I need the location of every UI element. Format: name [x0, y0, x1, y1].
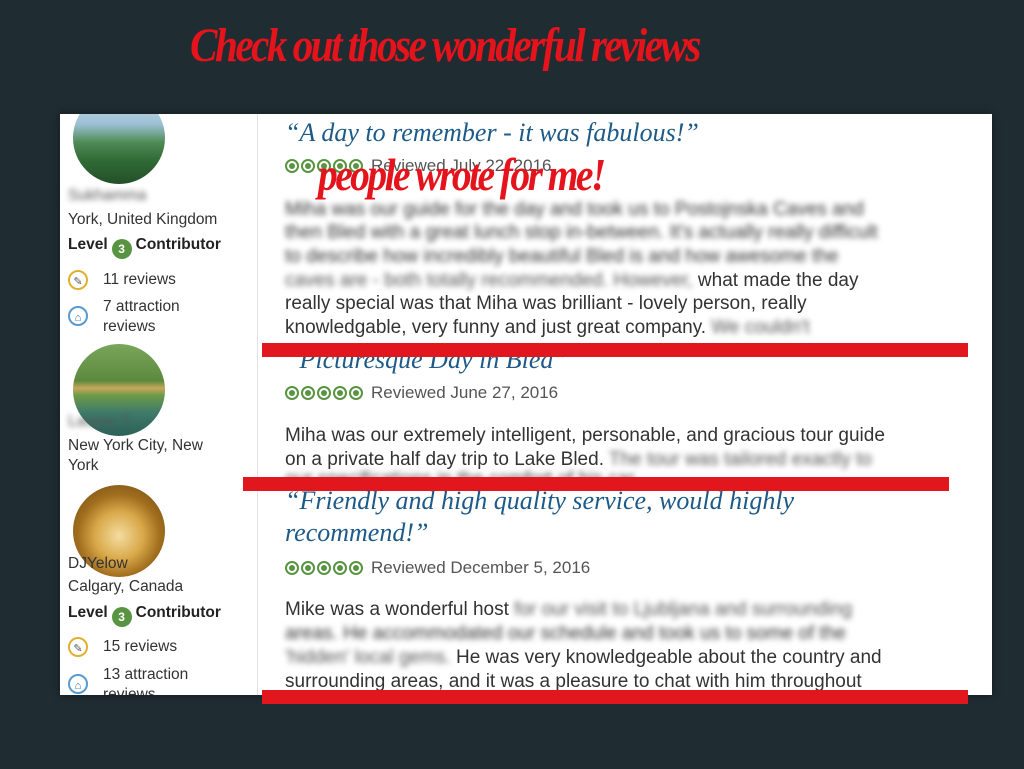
reviewer-level: Level 3 Contributor — [68, 235, 221, 259]
review-text-blurred: caves are - both totally recommended. Ho… — [285, 270, 693, 291]
attraction-reviews-line2[interactable]: reviews — [103, 685, 156, 695]
review-date: Reviewed June 27, 2016 — [371, 383, 559, 402]
review-text: knowledgable, very funny and just great … — [285, 316, 810, 340]
level-prefix: Level — [68, 236, 108, 253]
review-text-highlight: Mike was a wonderful host — [285, 599, 509, 620]
review-text-blurred: The tour was tailored exactly to — [608, 449, 872, 470]
review-text-blurred: areas. He accommodated our schedule and … — [285, 623, 846, 644]
attraction-reviews-line1[interactable]: 13 attraction — [103, 665, 188, 685]
reviewer-level: Level 3 Contributor — [68, 603, 221, 627]
reviewer-username[interactable]: DJYelow — [68, 554, 128, 574]
review-text: Miha was our extremely intelligent, pers… — [285, 425, 885, 446]
review-text-blurred: Miha was our guide for the day and took … — [285, 199, 864, 220]
reviewer-location: Calgary, Canada — [68, 578, 184, 595]
reviewer-username[interactable]: Lauren T — [68, 412, 130, 432]
highlight-underline — [262, 343, 968, 357]
rating-bubble-icon — [285, 561, 299, 575]
level-suffix: Contributor — [135, 604, 221, 621]
rating-bubble-icon — [301, 386, 315, 400]
rating-row: Reviewed December 5, 2016 — [285, 558, 590, 578]
rating-row: Reviewed June 27, 2016 — [285, 383, 558, 403]
review-text-blurred: then Bled with a great lunch stop in-bet… — [285, 222, 878, 243]
review-text-highlight: He was very knowledgeable about the coun… — [455, 647, 882, 668]
review-text-blurred: for our visit to Ljubljana and surroundi… — [514, 599, 853, 620]
review-text: Mike was a wonderful host for our visit … — [285, 598, 852, 622]
rating-bubble-icon — [317, 561, 331, 575]
reviewer-location-cont: York — [68, 457, 99, 474]
rating-bubble-icon — [301, 159, 315, 173]
slide-title: Check out those wonderful reviews — [190, 19, 701, 72]
rating-bubble-icon — [349, 561, 363, 575]
attraction-reviews-line2[interactable]: reviews — [103, 317, 156, 337]
level-prefix: Level — [68, 604, 108, 621]
rating-bubble-icon — [301, 561, 315, 575]
review-text: caves are - both totally recommended. Ho… — [285, 269, 858, 293]
rating-bubble-icon — [333, 561, 347, 575]
rating-bubble-icon — [349, 386, 363, 400]
reviewer-location: York, United Kingdom — [68, 211, 218, 228]
reviews-count[interactable]: 15 reviews — [103, 637, 177, 657]
highlight-underline — [243, 477, 949, 491]
level-badge-icon: 3 — [111, 239, 132, 259]
review-text-blurred: We couldn't — [711, 317, 810, 338]
reviewer-username[interactable]: Sukhamma — [68, 186, 146, 206]
reviews-count[interactable]: 11 reviews — [103, 270, 176, 290]
attraction-reviews-line1[interactable]: 7 attraction — [103, 297, 180, 317]
rating-bubble-icon — [333, 386, 347, 400]
sidebar-divider — [257, 114, 258, 695]
review-text-highlight: on a private half day trip to Lake Bled. — [285, 449, 604, 470]
review-date: Reviewed December 5, 2016 — [371, 558, 591, 577]
attraction-reviews-icon: ⌂ — [68, 306, 88, 326]
reviews-count-icon: ✎ — [68, 270, 88, 290]
rating-bubble-icon — [285, 159, 299, 173]
level-suffix: Contributor — [135, 236, 221, 253]
slide-subtitle: people wrote for me! — [318, 149, 606, 200]
review-text-highlight: what made the day — [697, 270, 859, 291]
rating-bubble-icon — [317, 386, 331, 400]
review-title-cont[interactable]: recommend!” — [285, 517, 428, 548]
reviews-panel: Sukhamma York, United Kingdom Level 3 Cont… — [60, 114, 992, 695]
attraction-reviews-icon: ⌂ — [68, 674, 88, 694]
rating-bubble-icon — [285, 386, 299, 400]
review-text-blurred: to describe how incredibly beautiful Ble… — [285, 246, 839, 267]
review-text-blurred: 'hidden' local gems. — [285, 647, 451, 668]
level-badge-icon: 3 — [111, 607, 132, 627]
avatar[interactable] — [73, 114, 165, 184]
highlight-underline — [262, 690, 968, 704]
review-text: 'hidden' local gems. He was very knowled… — [285, 646, 882, 670]
reviewer-location: New York City, New — [68, 437, 203, 454]
review-text-highlight: knowledgable, very funny and just great … — [285, 317, 707, 338]
reviewer-sidebar: Sukhamma York, United Kingdom Level 3 Cont… — [60, 114, 257, 695]
review-title[interactable]: “A day to remember - it was fabulous!” — [285, 117, 699, 148]
review-text: really special was that Miha was brillia… — [285, 293, 807, 314]
reviews-count-icon: ✎ — [68, 637, 88, 657]
